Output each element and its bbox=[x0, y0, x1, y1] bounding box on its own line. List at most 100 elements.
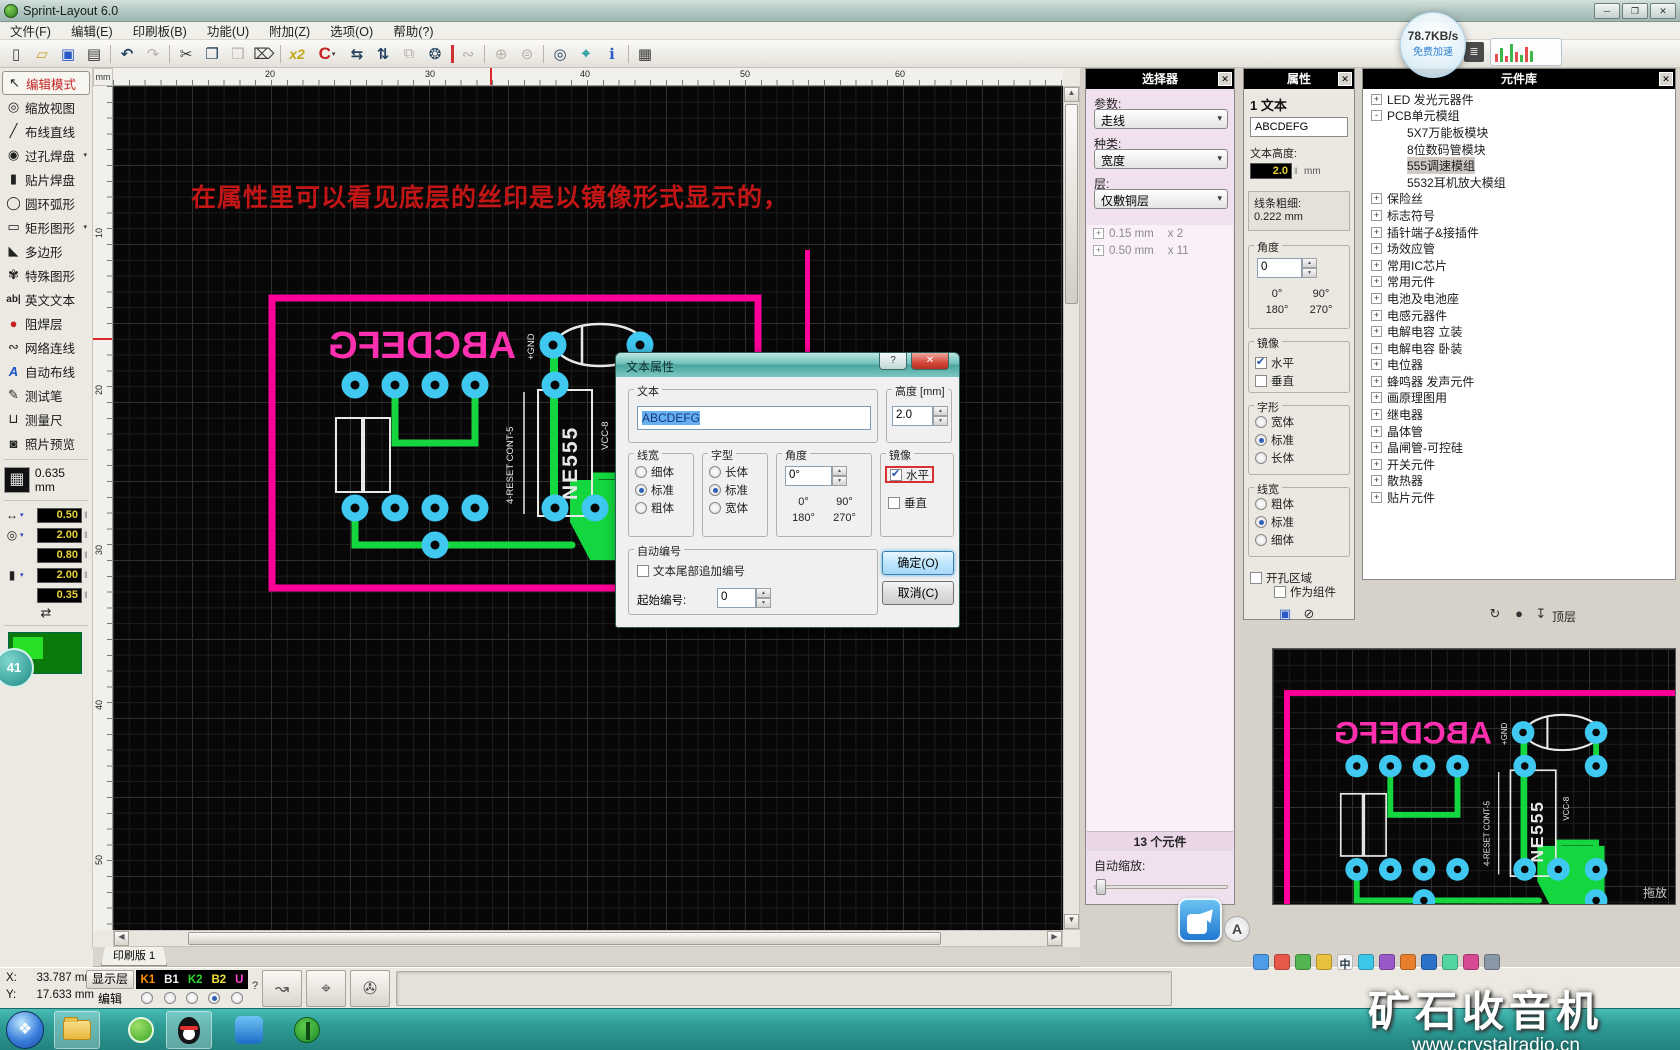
expand-icon[interactable]: + bbox=[1093, 228, 1104, 239]
delete-macro-icon[interactable]: ⊘ bbox=[1300, 605, 1318, 623]
tree-toggle-icon[interactable]: + bbox=[1371, 276, 1382, 287]
layer-badge[interactable]: K1 bbox=[140, 974, 155, 986]
library-tree-item[interactable]: + 标志符号 bbox=[1365, 207, 1673, 224]
library-tree-item[interactable]: + 电位器 bbox=[1365, 357, 1673, 374]
tool-button[interactable]: ◣ 多边形 ▾ bbox=[2, 239, 90, 263]
help-button[interactable]: ? bbox=[879, 353, 907, 370]
tree-toggle-icon[interactable]: + bbox=[1371, 343, 1382, 354]
close-button[interactable]: ✕ bbox=[911, 353, 949, 370]
as-component-checkbox[interactable]: 作为组件 bbox=[1274, 583, 1336, 600]
horizontal-scrollbar[interactable]: ◀ ▶ bbox=[113, 930, 1063, 947]
angle-quick-option[interactable]: 90° bbox=[824, 496, 865, 508]
angle-quick-option[interactable]: 180° bbox=[783, 512, 824, 524]
tree-toggle-icon[interactable]: + bbox=[1371, 326, 1382, 337]
tool-button[interactable]: ╱ 布线直线 ▾ bbox=[2, 119, 90, 143]
line-width-radio[interactable]: 粗体 bbox=[1255, 496, 1349, 511]
angle-input[interactable]: 0 bbox=[1257, 258, 1302, 278]
toolbar-button-cut[interactable]: ✂▾ bbox=[173, 42, 199, 66]
library-preview[interactable]: 拖放 bbox=[1272, 648, 1676, 905]
spin-up-icon[interactable]: ▲ bbox=[1302, 258, 1317, 268]
toolbar-button[interactable]: ▾ bbox=[481, 42, 488, 66]
toolbar-button-delete[interactable]: ⌦▾ bbox=[251, 42, 277, 66]
menu-item[interactable]: 功能(U) bbox=[197, 20, 259, 41]
tree-toggle-icon[interactable]: + bbox=[1371, 210, 1382, 221]
edit-layer-radio[interactable] bbox=[208, 990, 220, 1005]
tree-toggle-icon[interactable]: + bbox=[1371, 293, 1382, 304]
scroll-right-icon[interactable]: ▶ bbox=[1047, 931, 1062, 946]
chevron-down-icon[interactable]: ▾ bbox=[20, 571, 30, 579]
layer-badge[interactable]: B1 bbox=[164, 974, 179, 986]
mirror-horizontal-checkbox[interactable]: 水平 bbox=[1255, 354, 1349, 371]
tool-button[interactable]: ↖ 编辑模式 ▾ bbox=[2, 71, 90, 95]
edit-layer-radio[interactable] bbox=[141, 990, 153, 1005]
rotate-preview-icon[interactable]: ↻ bbox=[1486, 605, 1504, 623]
speed-bubble[interactable]: 78.7KB/s 免费加速 bbox=[1400, 12, 1466, 78]
tree-toggle-icon[interactable]: + bbox=[1371, 94, 1382, 105]
library-tree-item[interactable]: + 电池及电池座 bbox=[1365, 290, 1673, 307]
tray-mini-tool-icon[interactable]: ≣ bbox=[1464, 42, 1484, 62]
tree-toggle-icon[interactable]: + bbox=[1371, 475, 1382, 486]
tree-toggle-icon[interactable]: + bbox=[1371, 227, 1382, 238]
tray-icon[interactable] bbox=[1421, 954, 1437, 970]
cancel-button[interactable]: 取消(C) bbox=[882, 581, 954, 605]
angle-quick-option[interactable]: 0° bbox=[1255, 288, 1299, 300]
library-tree-item[interactable]: + 开关元件 bbox=[1365, 456, 1673, 473]
tray-icon[interactable] bbox=[1400, 954, 1416, 970]
taskbar-app[interactable] bbox=[284, 1011, 330, 1049]
toolbar-button-mirror-horizontal[interactable]: ⇆▾ bbox=[344, 42, 370, 66]
toolbar-button[interactable]: ▾ bbox=[625, 42, 632, 66]
library-tree-item[interactable]: + 晶闸管-可控硅 bbox=[1365, 439, 1673, 456]
swap-values-icon[interactable]: ⇄ bbox=[0, 605, 92, 621]
tree-toggle-icon[interactable]: - bbox=[1371, 110, 1382, 121]
font-shape-radio[interactable]: 长体 bbox=[1255, 450, 1349, 465]
vertical-scrollbar[interactable]: ▲ ▼ bbox=[1063, 86, 1080, 930]
taskbar-app[interactable] bbox=[166, 1011, 212, 1049]
line-width-radio[interactable]: 标准 bbox=[635, 482, 693, 497]
touch-assistant-icon[interactable] bbox=[1178, 898, 1222, 942]
tool-button[interactable]: ⊔ 测量尺 ▾ bbox=[2, 407, 90, 431]
toolbar-button-duplicate[interactable]: x2▾ bbox=[284, 42, 310, 66]
library-tree-item[interactable]: + LED 发光元器件 bbox=[1365, 91, 1673, 108]
library-tree-item[interactable]: - PCB单元模组 bbox=[1365, 108, 1673, 125]
tool-button[interactable]: ◎ 缩放视图 ▾ bbox=[2, 95, 90, 119]
spin-up-icon[interactable]: ▲ bbox=[933, 406, 948, 416]
toolbar-button-copy[interactable]: ❐▾ bbox=[199, 42, 225, 66]
tool-button[interactable]: ▮ 贴片焊盘 ▾ bbox=[2, 167, 90, 191]
edit-layer-radio[interactable] bbox=[231, 990, 243, 1005]
font-type-radio[interactable]: 长体 bbox=[709, 464, 767, 479]
layer-badge[interactable]: U bbox=[235, 974, 243, 986]
scroll-thumb[interactable] bbox=[188, 932, 941, 945]
expand-icon[interactable]: + bbox=[1093, 245, 1104, 256]
tool-button[interactable]: ✎ 测试笔 ▾ bbox=[2, 383, 90, 407]
edit-layer-radio[interactable] bbox=[164, 990, 176, 1005]
tree-toggle-icon[interactable]: + bbox=[1371, 243, 1382, 254]
toolbar-button-print[interactable]: ▤▾ bbox=[81, 42, 107, 66]
spin-up-icon[interactable]: ▲ bbox=[832, 466, 847, 476]
angle-quick-option[interactable]: 90° bbox=[1299, 288, 1343, 300]
selector-result-item[interactable]: + 0.50 mm x 11 bbox=[1087, 242, 1233, 259]
tree-toggle-icon[interactable]: + bbox=[1371, 492, 1382, 503]
toolbar-button-info[interactable]: ℹ▾ bbox=[599, 42, 625, 66]
menu-item[interactable]: 附加(Z) bbox=[259, 20, 320, 41]
mode-button-pad-mode[interactable]: ✇ bbox=[350, 970, 390, 1007]
library-tree-item[interactable]: 555调速模组 bbox=[1365, 157, 1673, 174]
toolbar-button-lock[interactable]: ⊕▾ bbox=[488, 42, 514, 66]
tray-icon[interactable] bbox=[1274, 954, 1290, 970]
save-macro-icon[interactable]: ▣ bbox=[1276, 605, 1294, 623]
taskbar-app[interactable] bbox=[118, 1011, 164, 1049]
import-icon[interactable]: ↧ bbox=[1532, 605, 1550, 623]
library-tree-item[interactable]: + 场效应管 bbox=[1365, 240, 1673, 257]
line-width-radio[interactable]: 细体 bbox=[1255, 532, 1349, 547]
chevron-down-icon[interactable]: ▾ bbox=[20, 511, 30, 519]
font-type-radio[interactable]: 标准 bbox=[709, 482, 767, 497]
toolbar-button-save[interactable]: ▣▾ bbox=[55, 42, 81, 66]
tool-button[interactable]: ∾ 网络连线 ▾ bbox=[2, 335, 90, 359]
tray-icon[interactable] bbox=[1295, 954, 1311, 970]
tree-toggle-icon[interactable]: + bbox=[1371, 193, 1382, 204]
spin-down-icon[interactable]: ▼ bbox=[933, 416, 948, 426]
line-width-radio[interactable]: 标准 bbox=[1255, 514, 1349, 529]
toolbar-button[interactable]: ▾ bbox=[107, 42, 114, 66]
spin-down-icon[interactable]: ▼ bbox=[832, 476, 847, 486]
menu-item[interactable]: 文件(F) bbox=[0, 20, 61, 41]
tool-button[interactable]: ● 阻焊层 ▾ bbox=[2, 311, 90, 335]
